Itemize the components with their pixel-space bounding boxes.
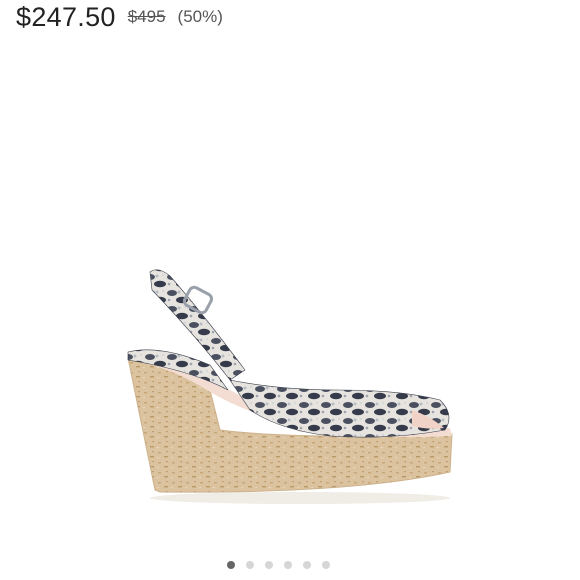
carousel-dot-6[interactable] bbox=[321, 561, 330, 569]
current-price: $247.50 bbox=[16, 1, 116, 32]
discount-percent: (50%) bbox=[177, 7, 223, 26]
carousel-dot-5[interactable] bbox=[302, 561, 311, 569]
carousel-dot-3[interactable] bbox=[264, 561, 273, 569]
product-image[interactable] bbox=[100, 240, 480, 520]
carousel-dot-1[interactable] bbox=[226, 561, 235, 569]
price-row: $247.50 $495 (50%) bbox=[16, 0, 223, 34]
carousel-dot-4[interactable] bbox=[283, 561, 292, 569]
original-price: $495 bbox=[127, 7, 166, 26]
carousel-dot-2[interactable] bbox=[245, 561, 254, 569]
carousel-dots bbox=[0, 561, 580, 569]
